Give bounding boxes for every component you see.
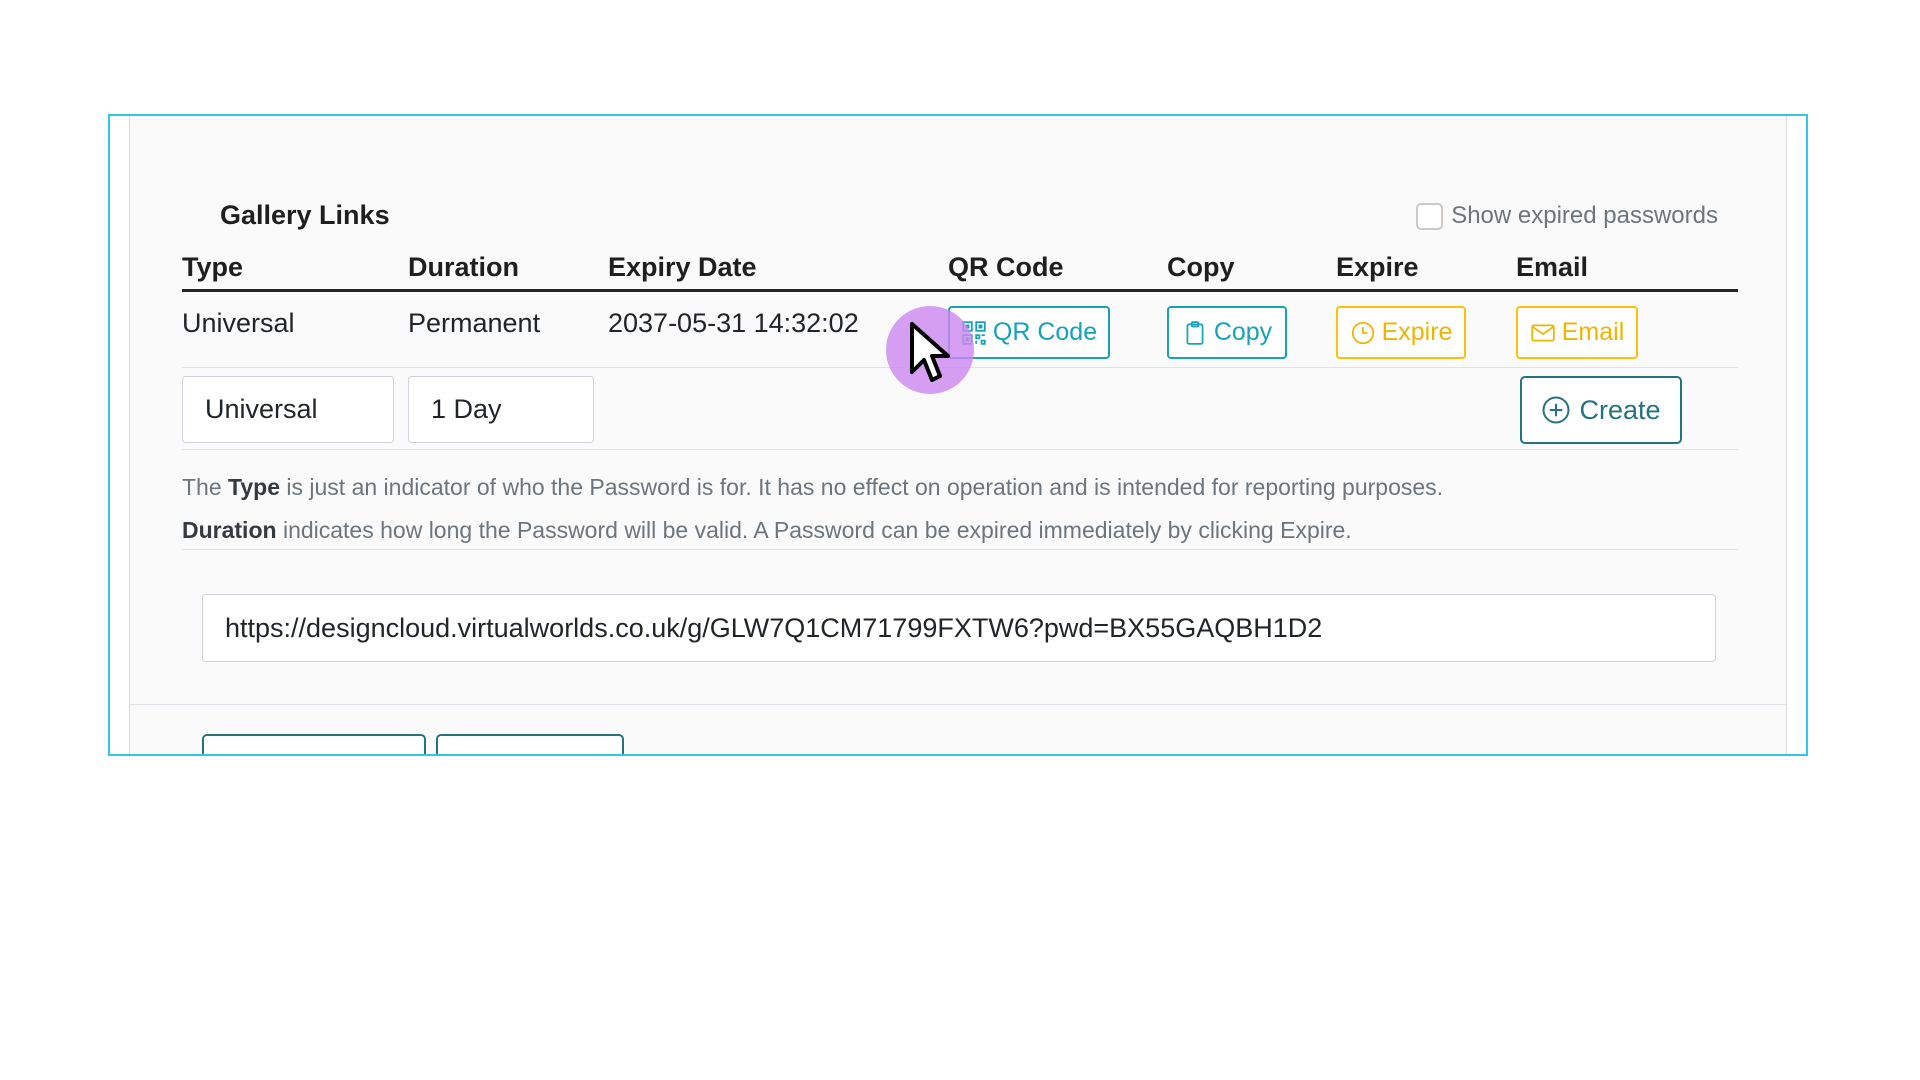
header-email: Email <box>1516 252 1589 282</box>
type-select[interactable]: Universal <box>182 376 394 443</box>
qr-code-button-label: QR Code <box>992 318 1098 346</box>
copy-button-label: Copy <box>1213 318 1273 346</box>
help-line-type: The Type is just an indicator of who the… <box>182 466 1738 509</box>
create-button-label: Create <box>1579 394 1661 425</box>
gallery-links-frame: Gallery Links Show expired passwords Typ… <box>108 114 1808 756</box>
help-duration-term: Duration <box>182 517 277 543</box>
gallery-link-url-field[interactable]: https://designcloud.virtualworlds.co.uk/… <box>202 594 1716 662</box>
clipboard-icon <box>1186 320 1204 345</box>
email-button[interactable]: Email <box>1516 306 1638 359</box>
cell-expiry-date: 2037-05-31 14:32:02 <box>608 308 859 338</box>
help-line2-rest: indicates how long the Password will be … <box>276 517 1352 543</box>
mouse-pointer-icon <box>910 322 950 382</box>
help-line1-rest: is just an indicator of who the Password… <box>280 474 1444 500</box>
cursor-highlight <box>886 306 974 394</box>
copy-button[interactable]: Copy <box>1167 306 1287 359</box>
cell-duration: Permanent <box>408 308 541 338</box>
header-copy: Copy <box>1167 252 1235 282</box>
email-button-label: Email <box>1561 318 1625 346</box>
help-line-duration: Duration indicates how long the Password… <box>182 509 1738 552</box>
show-expired-checkbox[interactable] <box>1416 202 1444 230</box>
footer-button-partial-2[interactable] <box>436 734 624 754</box>
header-expire: Expire <box>1336 252 1419 282</box>
header-duration: Duration <box>408 252 519 282</box>
create-button[interactable]: Create <box>1520 376 1682 444</box>
show-expired-label: Show expired passwords <box>1451 202 1718 229</box>
clock-icon <box>1351 321 1374 344</box>
panel-title: Gallery Links <box>220 200 390 230</box>
gallery-links-panel: Gallery Links Show expired passwords Typ… <box>129 116 1787 754</box>
help-line1-prefix: The <box>182 474 229 500</box>
section-divider <box>130 704 1786 705</box>
envelope-icon <box>1531 324 1555 341</box>
cell-type: Universal <box>182 308 295 338</box>
footer-button-partial[interactable] <box>202 734 426 754</box>
help-type-term: Type <box>228 474 281 500</box>
duration-select[interactable]: 1 Day <box>408 376 594 443</box>
expire-button-label: Expire <box>1381 318 1453 346</box>
plus-circle-icon <box>1542 396 1570 424</box>
table-header: Type Duration Expiry Date QR Code Copy E… <box>182 244 1738 292</box>
expire-button[interactable]: Expire <box>1336 306 1466 359</box>
header-qr-code: QR Code <box>948 252 1064 282</box>
help-text: The Type is just an indicator of who the… <box>182 450 1738 550</box>
header-expiry-date: Expiry Date <box>608 252 757 282</box>
header-type: Type <box>182 252 244 282</box>
show-expired-toggle[interactable]: Show expired passwords <box>1416 202 1718 230</box>
